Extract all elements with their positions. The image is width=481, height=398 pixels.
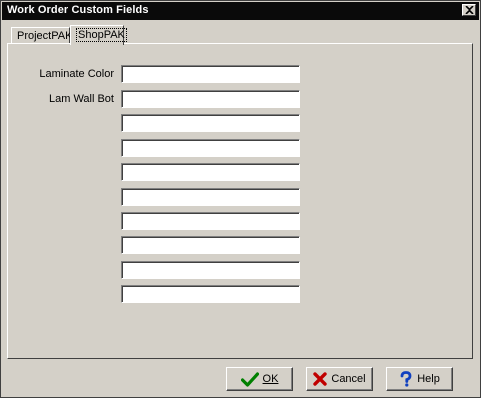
question-mark-icon xyxy=(400,371,412,387)
custom-field-input-6[interactable] xyxy=(121,188,300,206)
custom-field-input-5[interactable] xyxy=(121,163,300,181)
field-label-laminate-color: Laminate Color xyxy=(39,68,114,80)
tab-shoppak-label: ShopPAK xyxy=(76,28,127,42)
custom-field-input-3[interactable] xyxy=(121,114,300,132)
custom-field-input-8[interactable] xyxy=(121,236,300,254)
tab-projectpak[interactable]: ProjectPAK xyxy=(11,27,73,44)
cancel-button[interactable]: Cancel xyxy=(306,367,373,391)
close-icon xyxy=(465,6,474,14)
ok-button[interactable]: OK xyxy=(226,367,293,391)
dialog-window: Work Order Custom Fields ProjectPAK Shop… xyxy=(0,0,481,398)
checkmark-icon xyxy=(240,371,259,387)
custom-field-input-9[interactable] xyxy=(121,261,300,279)
custom-field-input-7[interactable] xyxy=(121,212,300,230)
custom-field-input-4[interactable] xyxy=(121,139,300,157)
custom-field-input-2[interactable] xyxy=(121,90,300,108)
help-button-label: Help xyxy=(417,373,440,385)
ok-button-label: OK xyxy=(262,373,279,385)
field-label-lam-wall-bot: Lam Wall Bot xyxy=(48,93,114,105)
cancel-button-label: Cancel xyxy=(331,373,366,385)
close-button[interactable] xyxy=(462,4,476,16)
tab-shoppak[interactable]: ShopPAK xyxy=(70,25,127,45)
tab-projectpak-label: ProjectPAK xyxy=(17,30,73,42)
custom-field-input-10[interactable] xyxy=(121,285,300,303)
window-title: Work Order Custom Fields xyxy=(7,4,149,16)
custom-field-input-1[interactable] xyxy=(121,65,300,83)
help-button[interactable]: Help xyxy=(386,367,453,391)
title-bar[interactable]: Work Order Custom Fields xyxy=(2,2,479,20)
x-mark-icon xyxy=(313,372,328,386)
